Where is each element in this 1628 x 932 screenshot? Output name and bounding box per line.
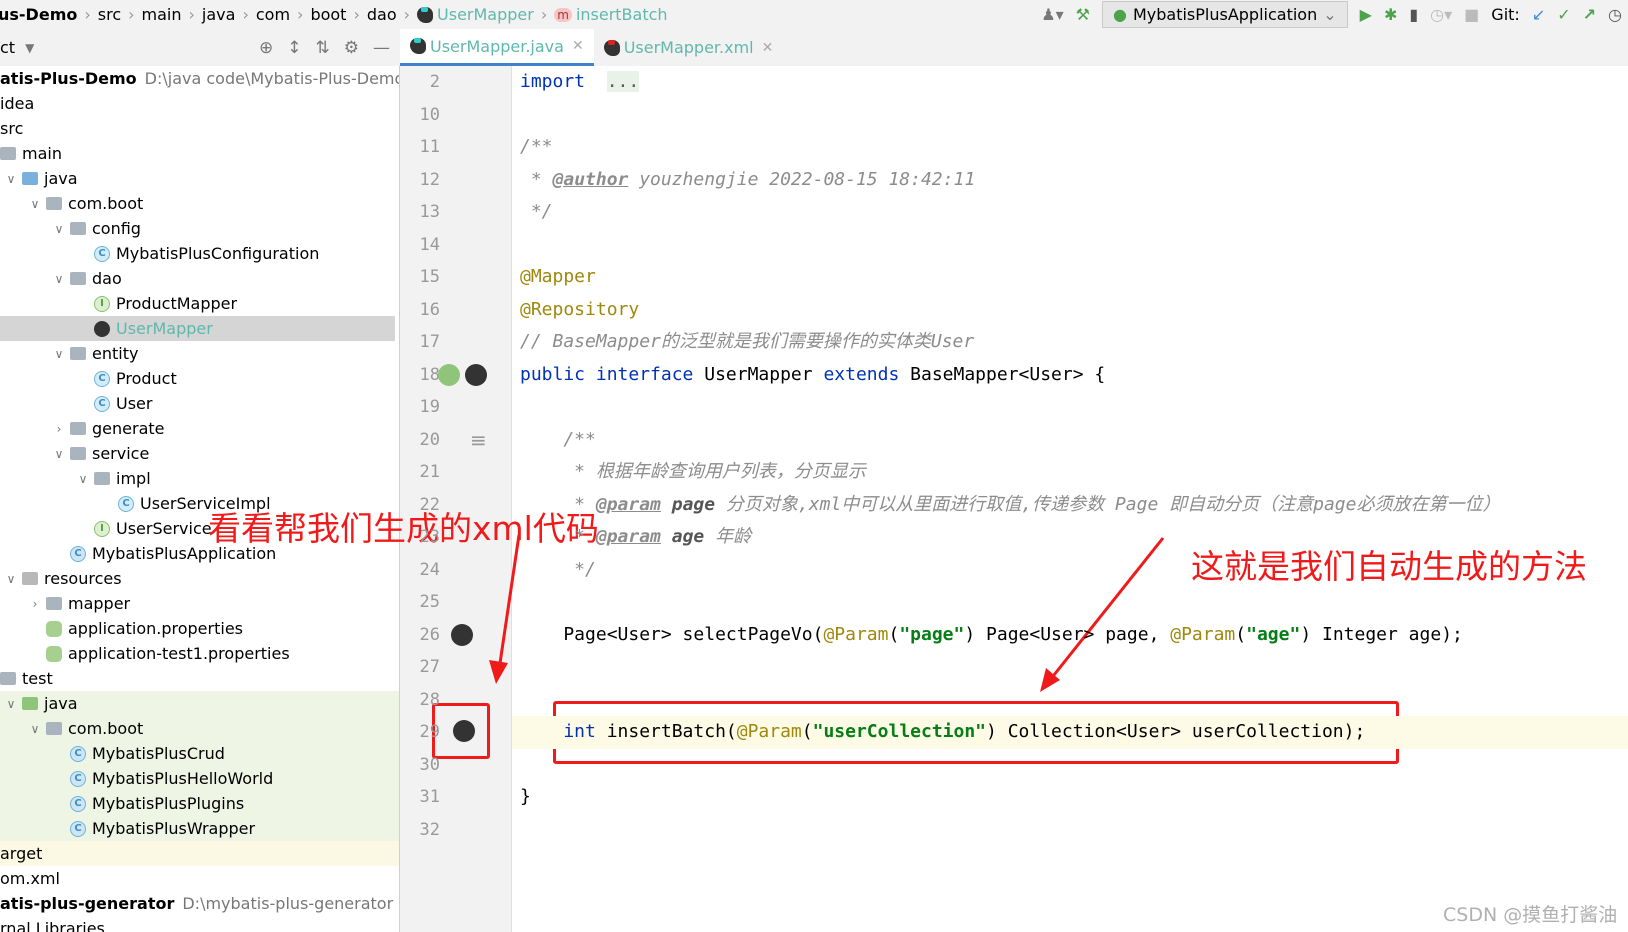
code-token: * <box>520 168 553 190</box>
line-number: 24 <box>419 559 440 580</box>
line-number: 27 <box>419 657 440 677</box>
code-line[interactable]: */ <box>520 196 553 229</box>
code-token: youzhengjie 2022-08-15 18:42:11 <box>628 168 976 190</box>
code-token: ... <box>606 71 640 92</box>
code-token: age <box>660 526 705 547</box>
code-line[interactable]: /** <box>520 131 553 164</box>
code-token: int <box>520 721 607 742</box>
code-line[interactable]: */ <box>520 554 596 587</box>
code-line[interactable]: } <box>520 781 531 814</box>
arrow-left <box>497 534 521 671</box>
code-line[interactable]: public interface UserMapper extends Base… <box>520 359 1105 392</box>
line-number: 13 <box>419 202 440 222</box>
code-token: * <box>520 493 596 515</box>
code-token: } <box>520 786 531 807</box>
code-line[interactable]: /** <box>520 424 596 457</box>
code-token: */ <box>520 201 553 222</box>
code-token: @Param <box>1170 623 1236 645</box>
code-token: BaseMapper<User> { <box>910 363 1106 385</box>
annotation-right: 这就是我们自动生成的方法 <box>1191 547 1587 586</box>
code-token: @author <box>552 168 629 190</box>
line-number: 26 <box>419 624 440 645</box>
code-token: // BaseMapper的泛型就是我们需要操作的实体类User <box>520 331 975 352</box>
code-token: @param <box>595 493 661 515</box>
mybatis-icon[interactable] <box>465 364 487 386</box>
code-line[interactable]: * @author youzhengjie 2022-08-15 18:42:1… <box>520 164 975 197</box>
code-token: @Param <box>736 721 802 742</box>
code-token: @Repository <box>520 298 640 320</box>
code-line[interactable]: * @param page 分页对象,xml中可以从里面进行取值,传递参数 Pa… <box>520 489 1500 522</box>
code-token: import <box>520 71 586 92</box>
implemented-icon[interactable] <box>438 364 460 386</box>
line-number: 18 <box>419 364 440 385</box>
code-token: */ <box>520 558 596 580</box>
code-line[interactable]: @Mapper <box>520 261 596 294</box>
line-number: 15 <box>419 267 440 287</box>
line-number: 11 <box>419 137 440 157</box>
line-number: 17 <box>419 332 440 352</box>
line-number: 12 <box>419 169 440 190</box>
code-line[interactable]: * 根据年龄查询用户列表，分页显示 <box>520 456 866 489</box>
code-token: page <box>660 493 716 515</box>
line-number: 21 <box>419 462 440 482</box>
code-line[interactable]: int insertBatch(@Param("userCollection")… <box>520 716 1365 749</box>
watermark: CSDN @摸鱼打酱油 <box>1443 904 1618 926</box>
code-token: * <box>520 526 596 547</box>
code-line[interactable]: @Repository <box>520 294 639 327</box>
mybatis-icon[interactable] <box>451 624 473 646</box>
line-number: 23 <box>419 527 440 547</box>
code-line[interactable]: Page<User> selectPageVo(@Param("page") P… <box>520 619 1463 652</box>
code-token: ) Page<User> page, <box>964 623 1171 645</box>
code-token: @param <box>595 526 661 547</box>
code-token: ) Collection<User> userCollection); <box>986 721 1366 742</box>
code-token: ( <box>888 623 900 645</box>
line-number: 20 <box>419 429 440 450</box>
line-number: 25 <box>419 592 440 612</box>
code-token: /** <box>520 136 553 157</box>
code-line[interactable]: import ... <box>520 66 640 99</box>
quick-doc-icon[interactable]: ≡ <box>470 428 487 452</box>
code-token: "userCollection" <box>812 721 987 742</box>
arrow-right <box>1048 537 1165 681</box>
code-token: "age" <box>1246 623 1301 645</box>
line-number: 19 <box>419 397 440 417</box>
code-token: 年龄 <box>704 526 752 547</box>
code-token: Page<User> selectPageVo( <box>520 623 824 645</box>
line-number: 10 <box>419 104 440 125</box>
line-number: 30 <box>419 754 440 775</box>
line-number: 32 <box>419 819 440 840</box>
line-number: 31 <box>419 787 440 807</box>
code-token: ) Integer age); <box>1300 623 1463 645</box>
line-number: 29 <box>419 722 440 742</box>
code-token: "page" <box>899 623 965 645</box>
line-number: 2 <box>429 72 440 92</box>
code-token: @Param <box>823 623 889 645</box>
code-token: ( <box>801 721 813 742</box>
code-token: * 根据年龄查询用户列表，分页显示 <box>520 461 866 482</box>
code-token: ( <box>1235 623 1247 645</box>
code-token: extends <box>823 363 911 385</box>
code-token: 分页对象,xml中可以从里面进行取值,传递参数 Page 即自动分页（注意pag… <box>715 493 1501 515</box>
code-token: /** <box>520 428 596 450</box>
line-number: 16 <box>419 299 440 320</box>
code-line[interactable]: // BaseMapper的泛型就是我们需要操作的实体类User <box>520 326 974 359</box>
arrow-left-head <box>489 660 508 684</box>
code-token: insertBatch( <box>606 721 737 742</box>
code-token: UserMapper <box>704 363 824 385</box>
mybatis-icon[interactable] <box>453 720 475 742</box>
code-token: @Mapper <box>520 266 596 287</box>
code-line[interactable]: * @param age 年龄 <box>520 521 751 554</box>
line-number: 14 <box>419 234 440 255</box>
line-number: 28 <box>419 689 440 710</box>
code-token: public interface <box>520 363 705 385</box>
line-number: 22 <box>419 494 440 515</box>
